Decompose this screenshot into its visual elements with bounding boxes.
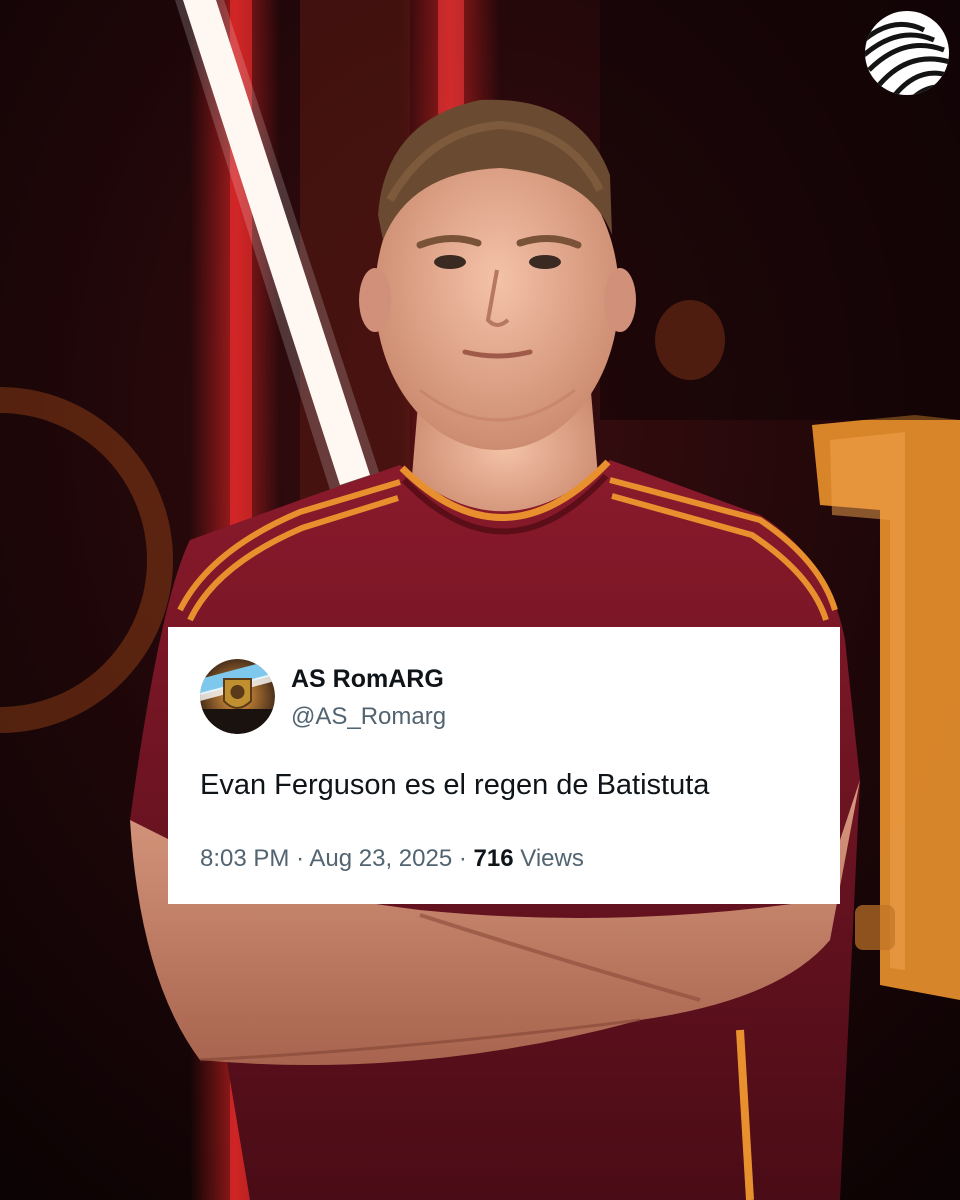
striped-circle-logo-icon: [865, 11, 949, 95]
views-label: Views: [520, 845, 584, 872]
views-count: 716: [473, 845, 514, 872]
as-roma-crest-avatar[interactable]: [200, 659, 275, 734]
background-photo: [0, 0, 960, 1200]
meta-separator: ·: [458, 845, 467, 872]
tweet-time[interactable]: 8:03 PM: [200, 845, 289, 872]
meta-separator: ·: [296, 845, 305, 872]
tweet-meta: 8:03 PM · Aug 23, 2025 · 716 Views: [200, 845, 584, 873]
tweet-date[interactable]: Aug 23, 2025: [309, 845, 452, 872]
tweet-text: Evan Ferguson es el regen de Batistuta: [200, 769, 710, 801]
user-handle[interactable]: @AS_Romarg: [291, 703, 446, 731]
display-name[interactable]: AS RomARG: [291, 665, 444, 694]
tweet-card[interactable]: AS RomARG @AS_Romarg Evan Ferguson es el…: [168, 627, 840, 904]
